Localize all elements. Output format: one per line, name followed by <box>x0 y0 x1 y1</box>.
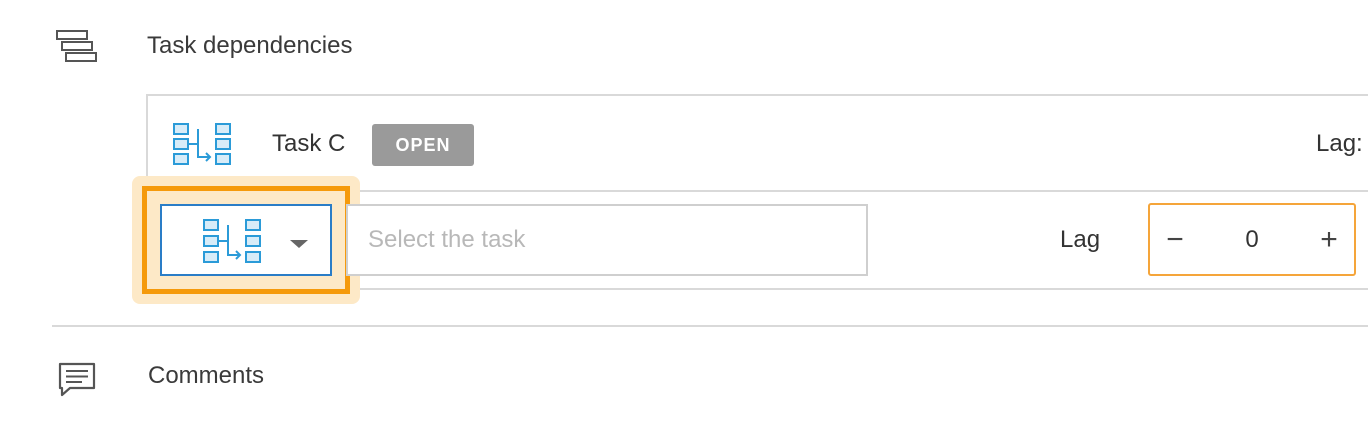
comment-icon <box>58 362 96 397</box>
lag-stepper: − 0 + <box>1148 203 1356 276</box>
section-title-comments: Comments <box>148 362 265 389</box>
finish-to-start-icon <box>173 123 231 165</box>
dependency-type-select[interactable] <box>160 204 332 276</box>
gantt-icon <box>56 30 97 62</box>
section-divider <box>52 325 1368 327</box>
caret-down-icon[interactable] <box>290 240 308 248</box>
status-badge: OPEN <box>372 124 474 166</box>
increment-button[interactable]: + <box>1304 205 1354 274</box>
lag-value-input[interactable]: 0 <box>1200 205 1304 274</box>
lag-label: Lag <box>1060 226 1101 253</box>
finish-to-start-icon <box>203 219 261 263</box>
task-select-input[interactable] <box>346 204 868 276</box>
dependency-lag-label: Lag: <box>1316 130 1363 157</box>
decrement-button[interactable]: − <box>1150 205 1200 274</box>
dependency-task-name[interactable]: Task C <box>272 130 345 158</box>
section-title-task-dependencies: Task dependencies <box>147 32 353 59</box>
